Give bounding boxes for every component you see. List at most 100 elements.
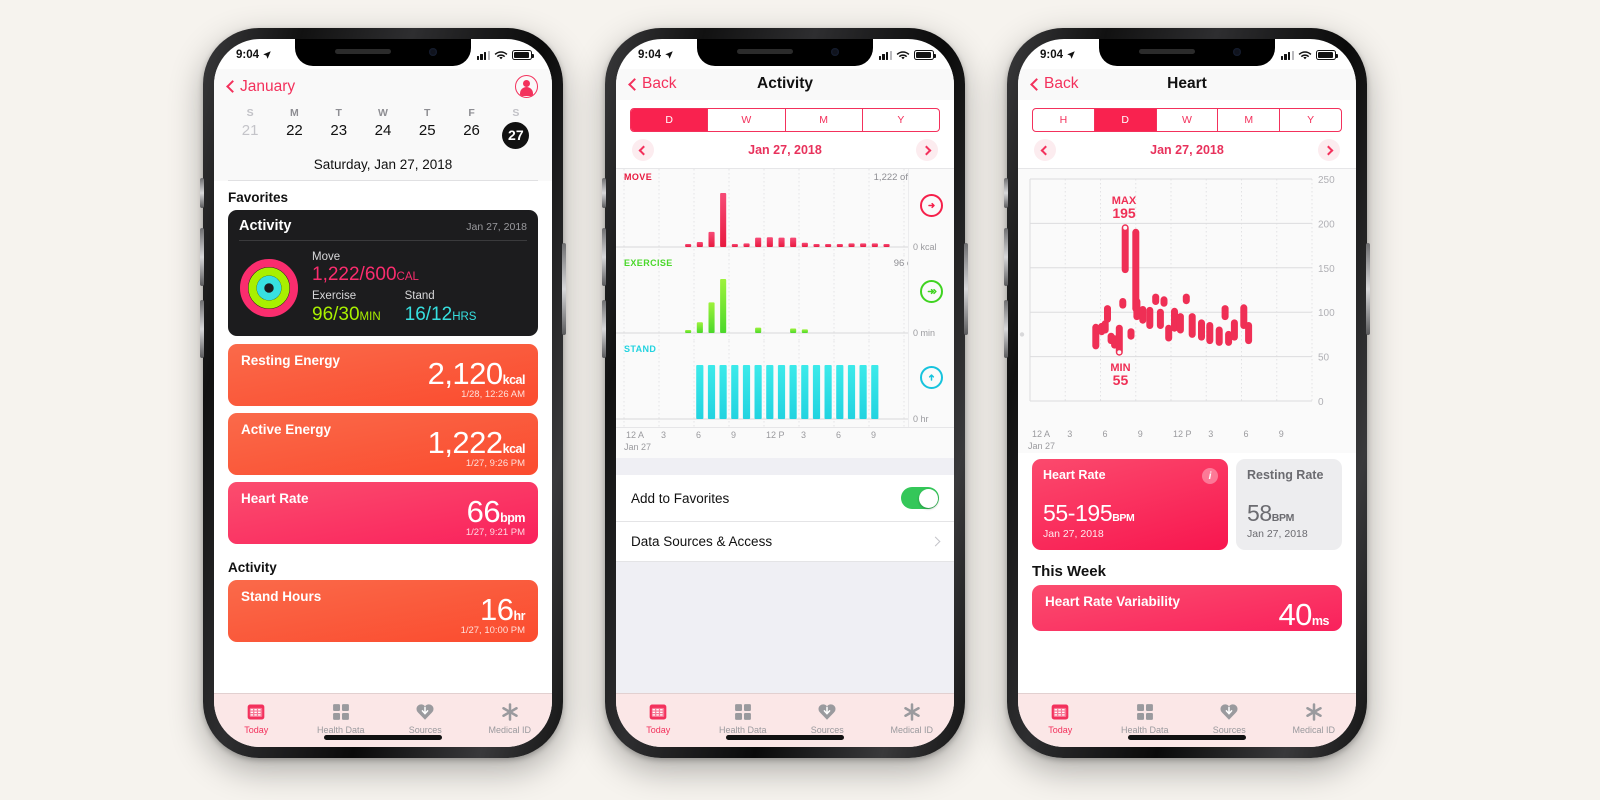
next-date-button[interactable]	[1317, 139, 1340, 161]
tab-health-data[interactable]: Health Data	[701, 694, 786, 738]
next-date-button[interactable]	[915, 139, 938, 161]
activity-section-header: Activity	[228, 560, 277, 576]
card-value: 55-195BPM	[1043, 500, 1135, 526]
calendar-date-21[interactable]: 21	[228, 122, 272, 149]
segment-W[interactable]: W	[1157, 109, 1219, 131]
calendar-date-22[interactable]: 22	[272, 122, 316, 149]
chart-x-axis: 12 A 3 6 9 12 P 3 6 9 Jan 27	[1018, 427, 1356, 453]
tab-health-data[interactable]: Health Data	[299, 694, 384, 738]
metric-tile[interactable]: Resting Energy 2,120kcal 1/28, 12:26 AM	[228, 344, 538, 407]
heart-card-resting-rate[interactable]: Resting Rate 58BPM Jan 27, 2018	[1236, 459, 1342, 550]
status-time: 9:04	[236, 49, 260, 61]
back-button[interactable]: Back	[628, 75, 676, 93]
battery-icon	[914, 50, 936, 60]
tile-value: 66bpm	[466, 494, 526, 530]
calendar-date-25[interactable]: 25	[405, 122, 449, 149]
segment-M[interactable]: M	[786, 109, 863, 131]
time-range-segmented-control[interactable]: HDWMY	[1032, 108, 1342, 132]
back-button[interactable]: Back	[1030, 75, 1078, 93]
phone-side-button	[200, 300, 204, 358]
svg-text:0: 0	[1318, 397, 1324, 408]
tab-today[interactable]: Today	[214, 694, 299, 738]
chevron-right-icon	[1324, 145, 1334, 155]
stand-unit: HRS	[452, 310, 477, 323]
prev-date-button[interactable]	[1034, 139, 1056, 161]
calendar-date-23[interactable]: 23	[317, 122, 361, 149]
phone-power-button	[964, 243, 968, 335]
heart-metric-cards: Heart Rate i 55-195BPM Jan 27, 2018 Resti…	[1018, 453, 1356, 550]
tab-medical-id[interactable]: Medical ID	[870, 694, 955, 738]
exercise-value: 96/30	[312, 303, 360, 325]
x-tick: 3	[1067, 429, 1073, 439]
calendar-date-27[interactable]: 27	[494, 122, 538, 149]
svg-text:250: 250	[1318, 175, 1335, 186]
segment-Y[interactable]: Y	[863, 109, 939, 131]
x-tick: 3	[661, 430, 667, 440]
row-data-sources-access[interactable]: Data Sources & Access	[616, 522, 954, 562]
heart-download-icon	[818, 704, 836, 720]
calendar-dow: S	[512, 107, 520, 119]
heart-card-heart-rate[interactable]: Heart Rate i 55-195BPM Jan 27, 2018	[1032, 459, 1228, 550]
segment-W[interactable]: W	[708, 109, 786, 131]
x-tick: 12 A	[1032, 429, 1051, 439]
today-content: Favorites Activity Jan 27, 2018 Move 1,2…	[214, 181, 552, 693]
tab-medical-id[interactable]: Medical ID	[468, 694, 553, 738]
row-label: Add to Favorites	[631, 490, 730, 506]
asterisk-icon	[1306, 703, 1322, 721]
profile-avatar-icon[interactable]	[515, 75, 538, 98]
home-indicator	[324, 735, 442, 740]
tab-sources[interactable]: Sources	[383, 694, 468, 738]
today-calendar-icon	[1051, 704, 1069, 720]
tab-health-data[interactable]: Health Data	[1103, 694, 1188, 738]
tab-label: Today	[244, 725, 269, 735]
svg-text:50: 50	[1318, 353, 1330, 364]
metric-tile[interactable]: Stand Hours 16hr 1/27, 10:00 PM	[228, 580, 538, 643]
grid-squares-icon	[1136, 704, 1153, 720]
x-tick: 12 P	[766, 430, 785, 440]
segment-M[interactable]: M	[1218, 109, 1281, 131]
tab-today[interactable]: Today	[616, 694, 701, 738]
chevron-left-icon	[628, 77, 641, 91]
calendar-dates[interactable]: 21 22 23 24 25 26 27	[228, 122, 538, 149]
asterisk-icon	[904, 703, 920, 721]
phone-side-button	[602, 300, 606, 358]
prev-date-button[interactable]	[632, 139, 654, 161]
metric-tile[interactable]: Heart Rate Variability 40ms	[1032, 585, 1342, 632]
tab-sources[interactable]: Sources	[1187, 694, 1272, 738]
metric-tile[interactable]: Heart Rate 66bpm 1/27, 9:21 PM	[228, 482, 538, 545]
activity-summary-card[interactable]: Activity Jan 27, 2018 Move 1,222/600CAL	[228, 210, 538, 337]
segment-D[interactable]: D	[1094, 109, 1157, 131]
svg-text:55: 55	[1113, 372, 1129, 388]
x-tick: 3	[1208, 429, 1214, 439]
tile-value: 2,120kcal	[427, 356, 526, 392]
tile-unit: hr	[513, 609, 526, 624]
activity-tiles: Stand Hours 16hr 1/27, 10:00 PM	[214, 580, 552, 643]
row-add-to-favorites[interactable]: Add to Favorites	[616, 475, 954, 522]
metric-tile[interactable]: Active Energy 1,222kcal 1/27, 9:26 PM	[228, 413, 538, 476]
tab-label: Sources	[810, 725, 844, 735]
calendar-date-26[interactable]: 26	[449, 122, 493, 149]
segment-H[interactable]: H	[1033, 109, 1095, 131]
settings-rows: Add to Favorites Data Sources & Access	[616, 475, 954, 562]
tab-sources[interactable]: Sources	[785, 694, 870, 738]
calendar-dow: S	[246, 107, 254, 119]
segment-Y[interactable]: Y	[1280, 109, 1341, 131]
tab-label: Medical ID	[890, 725, 933, 735]
tile-value: 16hr	[480, 592, 525, 628]
add-to-favorites-toggle[interactable]	[901, 487, 939, 509]
svg-text:100: 100	[1318, 308, 1335, 319]
tile-unit: bpm	[500, 511, 525, 526]
info-icon[interactable]: i	[1202, 468, 1218, 484]
chevron-left-icon	[1030, 77, 1043, 91]
move-value: 1,222/600	[312, 264, 397, 286]
tab-medical-id[interactable]: Medical ID	[1272, 694, 1357, 738]
current-date-label: Jan 27, 2018	[1150, 143, 1224, 157]
tile-timestamp: 1/27, 9:26 PM	[465, 458, 525, 470]
time-range-segmented-control[interactable]: DWMY	[630, 108, 940, 132]
tab-today[interactable]: Today	[1018, 694, 1103, 738]
back-button-january[interactable]: January	[226, 78, 295, 96]
calendar-date-24[interactable]: 24	[361, 122, 405, 149]
phone-side-button	[1004, 300, 1008, 358]
segment-D[interactable]: D	[631, 109, 709, 131]
selected-full-date: Saturday, Jan 27, 2018	[228, 149, 538, 181]
